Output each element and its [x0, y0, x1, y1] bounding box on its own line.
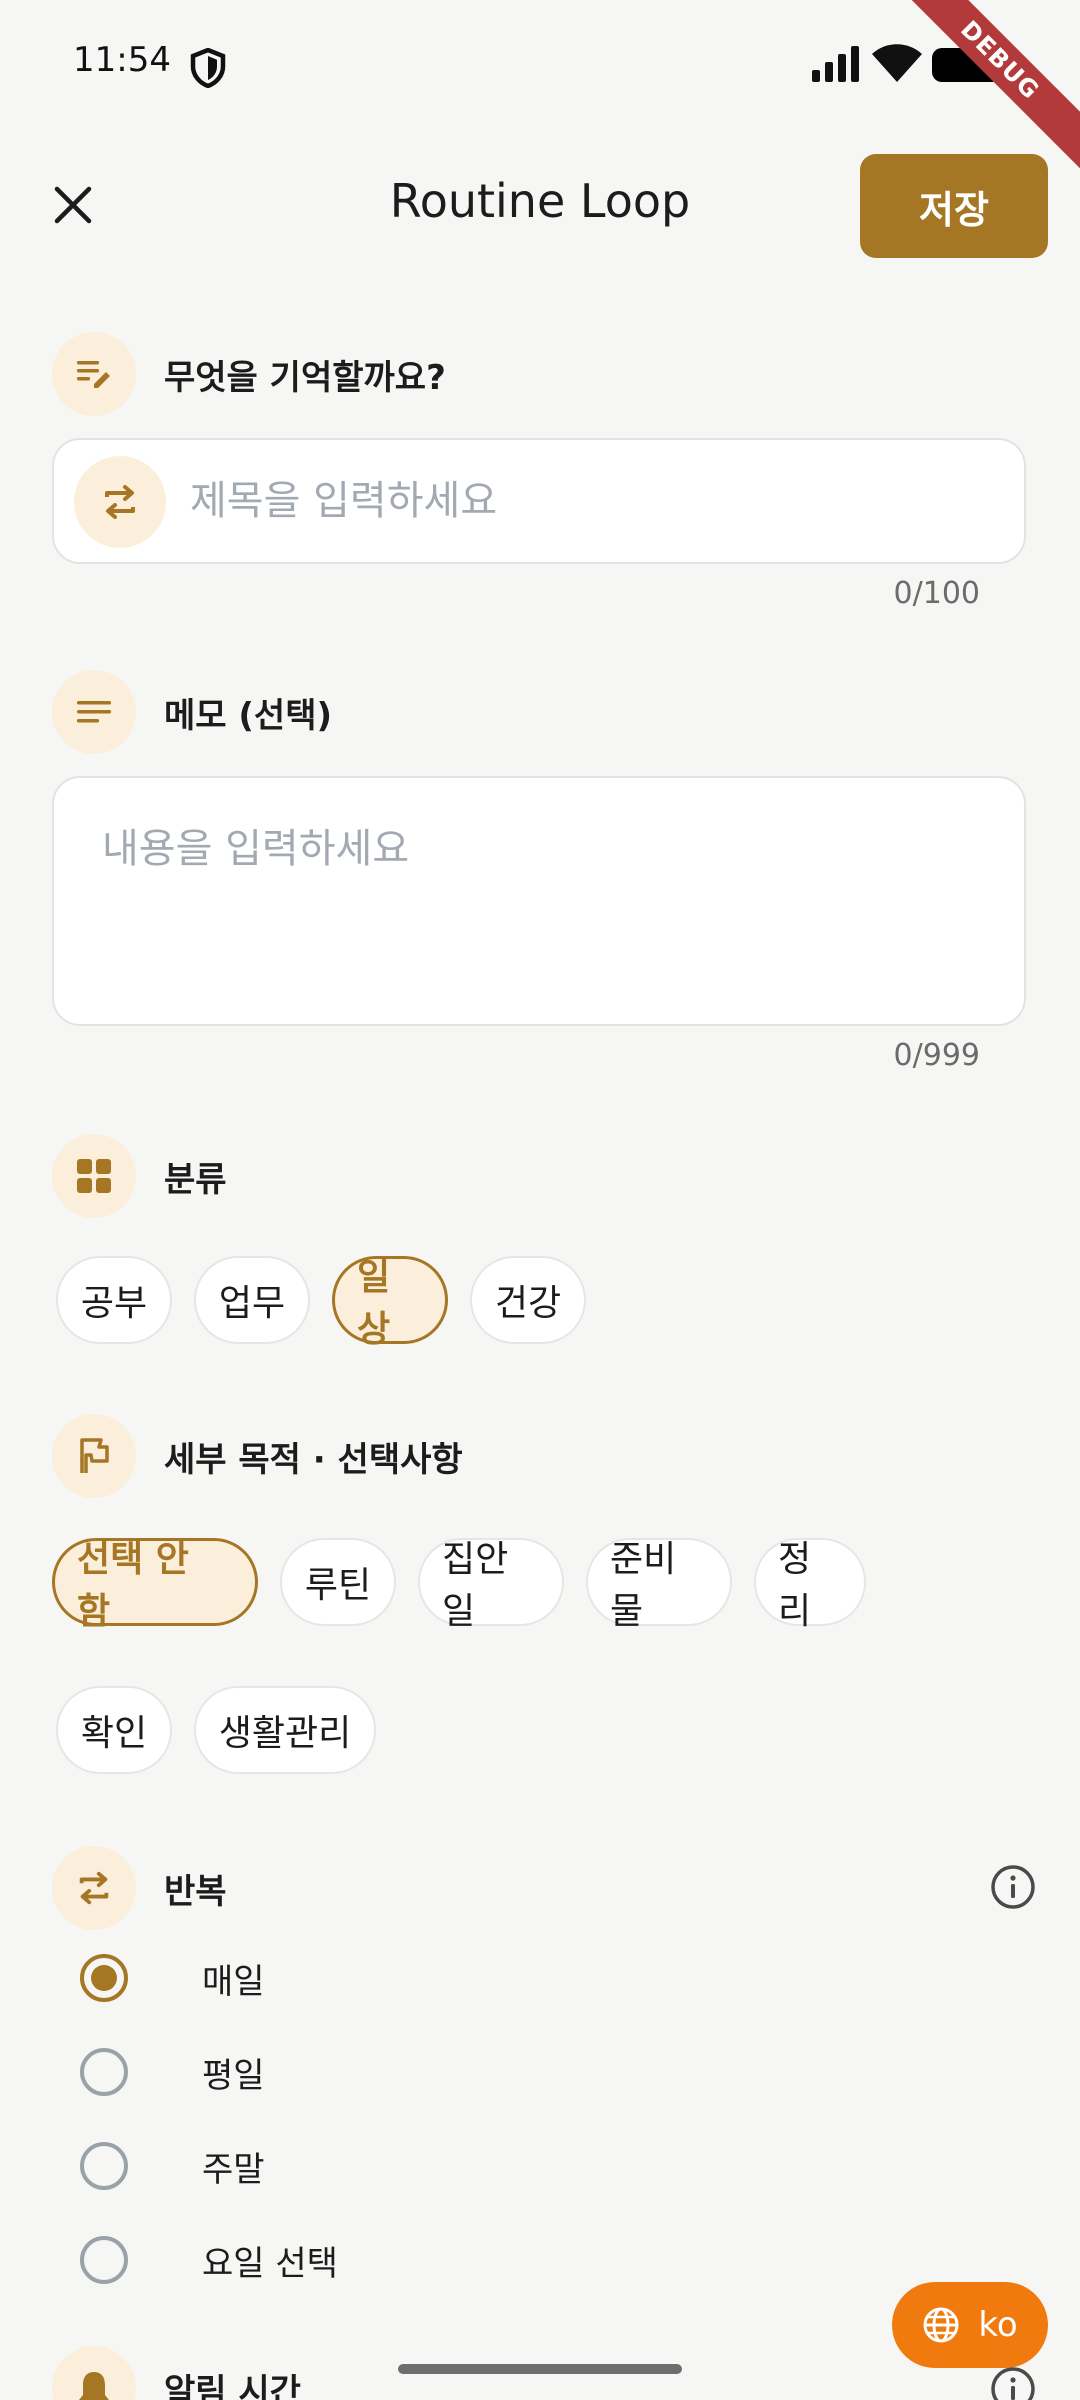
category-grid-icon — [52, 1134, 136, 1218]
app-bar: Routine Loop 저장 — [0, 150, 1080, 260]
category-chips: 공부 업무 일상 건강 — [56, 1256, 586, 1350]
notes-icon — [52, 670, 136, 754]
repeat-option-weekdays[interactable]: 평일 — [80, 2032, 265, 2112]
chip-purpose-life-management[interactable]: 생활관리 — [194, 1686, 376, 1774]
title-char-counter: 0/100 — [893, 576, 980, 611]
chip-category-study[interactable]: 공부 — [56, 1256, 172, 1344]
category-section-label: 분류 — [164, 1159, 227, 1200]
repeat-icon — [52, 1846, 136, 1930]
status-bar: 11:54 — [0, 0, 1080, 130]
chip-purpose-check[interactable]: 확인 — [56, 1686, 172, 1774]
title-input[interactable] — [190, 466, 990, 536]
memo-section-label: 메모 (선택) — [164, 695, 333, 736]
repeat-option-label: 주말 — [202, 2149, 265, 2190]
repeat-icon — [74, 456, 166, 548]
repeat-option-label: 평일 — [202, 2055, 265, 2096]
chip-purpose-organize[interactable]: 정리 — [754, 1538, 866, 1632]
language-label: ko — [978, 2305, 1018, 2345]
repeat-option-custom-days[interactable]: 요일 선택 — [80, 2220, 338, 2300]
repeat-option-label: 요일 선택 — [202, 2243, 338, 2284]
radio-button[interactable] — [80, 2236, 128, 2284]
radio-button[interactable] — [80, 2048, 128, 2096]
home-indicator[interactable] — [398, 2364, 682, 2374]
alarm-section-header: 알림 시간 — [52, 2346, 301, 2400]
memo-field — [52, 776, 1026, 1026]
save-button[interactable]: 저장 — [860, 154, 1048, 258]
memo-section-header: 메모 (선택) — [52, 670, 332, 754]
repeat-section-header: 반복 — [52, 1846, 227, 1930]
info-icon — [991, 1865, 1035, 1909]
language-button[interactable]: ko — [892, 2282, 1048, 2368]
purpose-chips-row-2: 확인 생활관리 — [56, 1686, 376, 1774]
repeat-info-button[interactable] — [988, 1862, 1038, 1912]
radio-button[interactable] — [80, 1954, 128, 2002]
radio-button[interactable] — [80, 2142, 128, 2190]
repeat-option-weekend[interactable]: 주말 — [80, 2126, 265, 2206]
alarm-info-button[interactable] — [988, 2364, 1038, 2400]
info-icon — [991, 2367, 1035, 2400]
wifi-icon — [872, 44, 922, 82]
purpose-section-header: 세부 목적 · 선택사항 — [52, 1414, 463, 1498]
memo-char-counter: 0/999 — [893, 1038, 980, 1073]
signal-icon — [812, 46, 859, 82]
purpose-section-label: 세부 목적 · 선택사항 — [164, 1439, 463, 1480]
chip-category-daily[interactable]: 일상 — [332, 1256, 448, 1350]
title-field — [52, 438, 1026, 564]
shield-icon — [190, 48, 226, 88]
alarm-section-label: 알림 시간 — [164, 2371, 301, 2400]
memo-input[interactable] — [102, 816, 982, 996]
chip-purpose-none[interactable]: 선택 안 함 — [52, 1538, 258, 1632]
status-time: 11:54 — [73, 40, 171, 80]
purpose-chips-row-1: 선택 안 함 루틴 집안일 준비물 정리 — [52, 1538, 866, 1632]
repeat-section-label: 반복 — [164, 1871, 227, 1912]
flag-icon — [52, 1414, 136, 1498]
chip-purpose-housework[interactable]: 집안일 — [418, 1538, 564, 1632]
chip-purpose-routine[interactable]: 루틴 — [280, 1538, 396, 1626]
category-section-header: 분류 — [52, 1134, 227, 1218]
repeat-option-label: 매일 — [202, 1961, 265, 2002]
title-section-label: 무엇을 기억할까요? — [164, 357, 446, 398]
edit-note-icon — [52, 332, 136, 416]
chip-purpose-supplies[interactable]: 준비물 — [586, 1538, 732, 1632]
globe-icon — [923, 2307, 959, 2343]
repeat-option-daily[interactable]: 매일 — [80, 1938, 265, 2018]
chip-category-health[interactable]: 건강 — [470, 1256, 586, 1344]
chip-category-work[interactable]: 업무 — [194, 1256, 310, 1344]
title-section-header: 무엇을 기억할까요? — [52, 332, 446, 416]
alarm-icon — [52, 2346, 136, 2400]
